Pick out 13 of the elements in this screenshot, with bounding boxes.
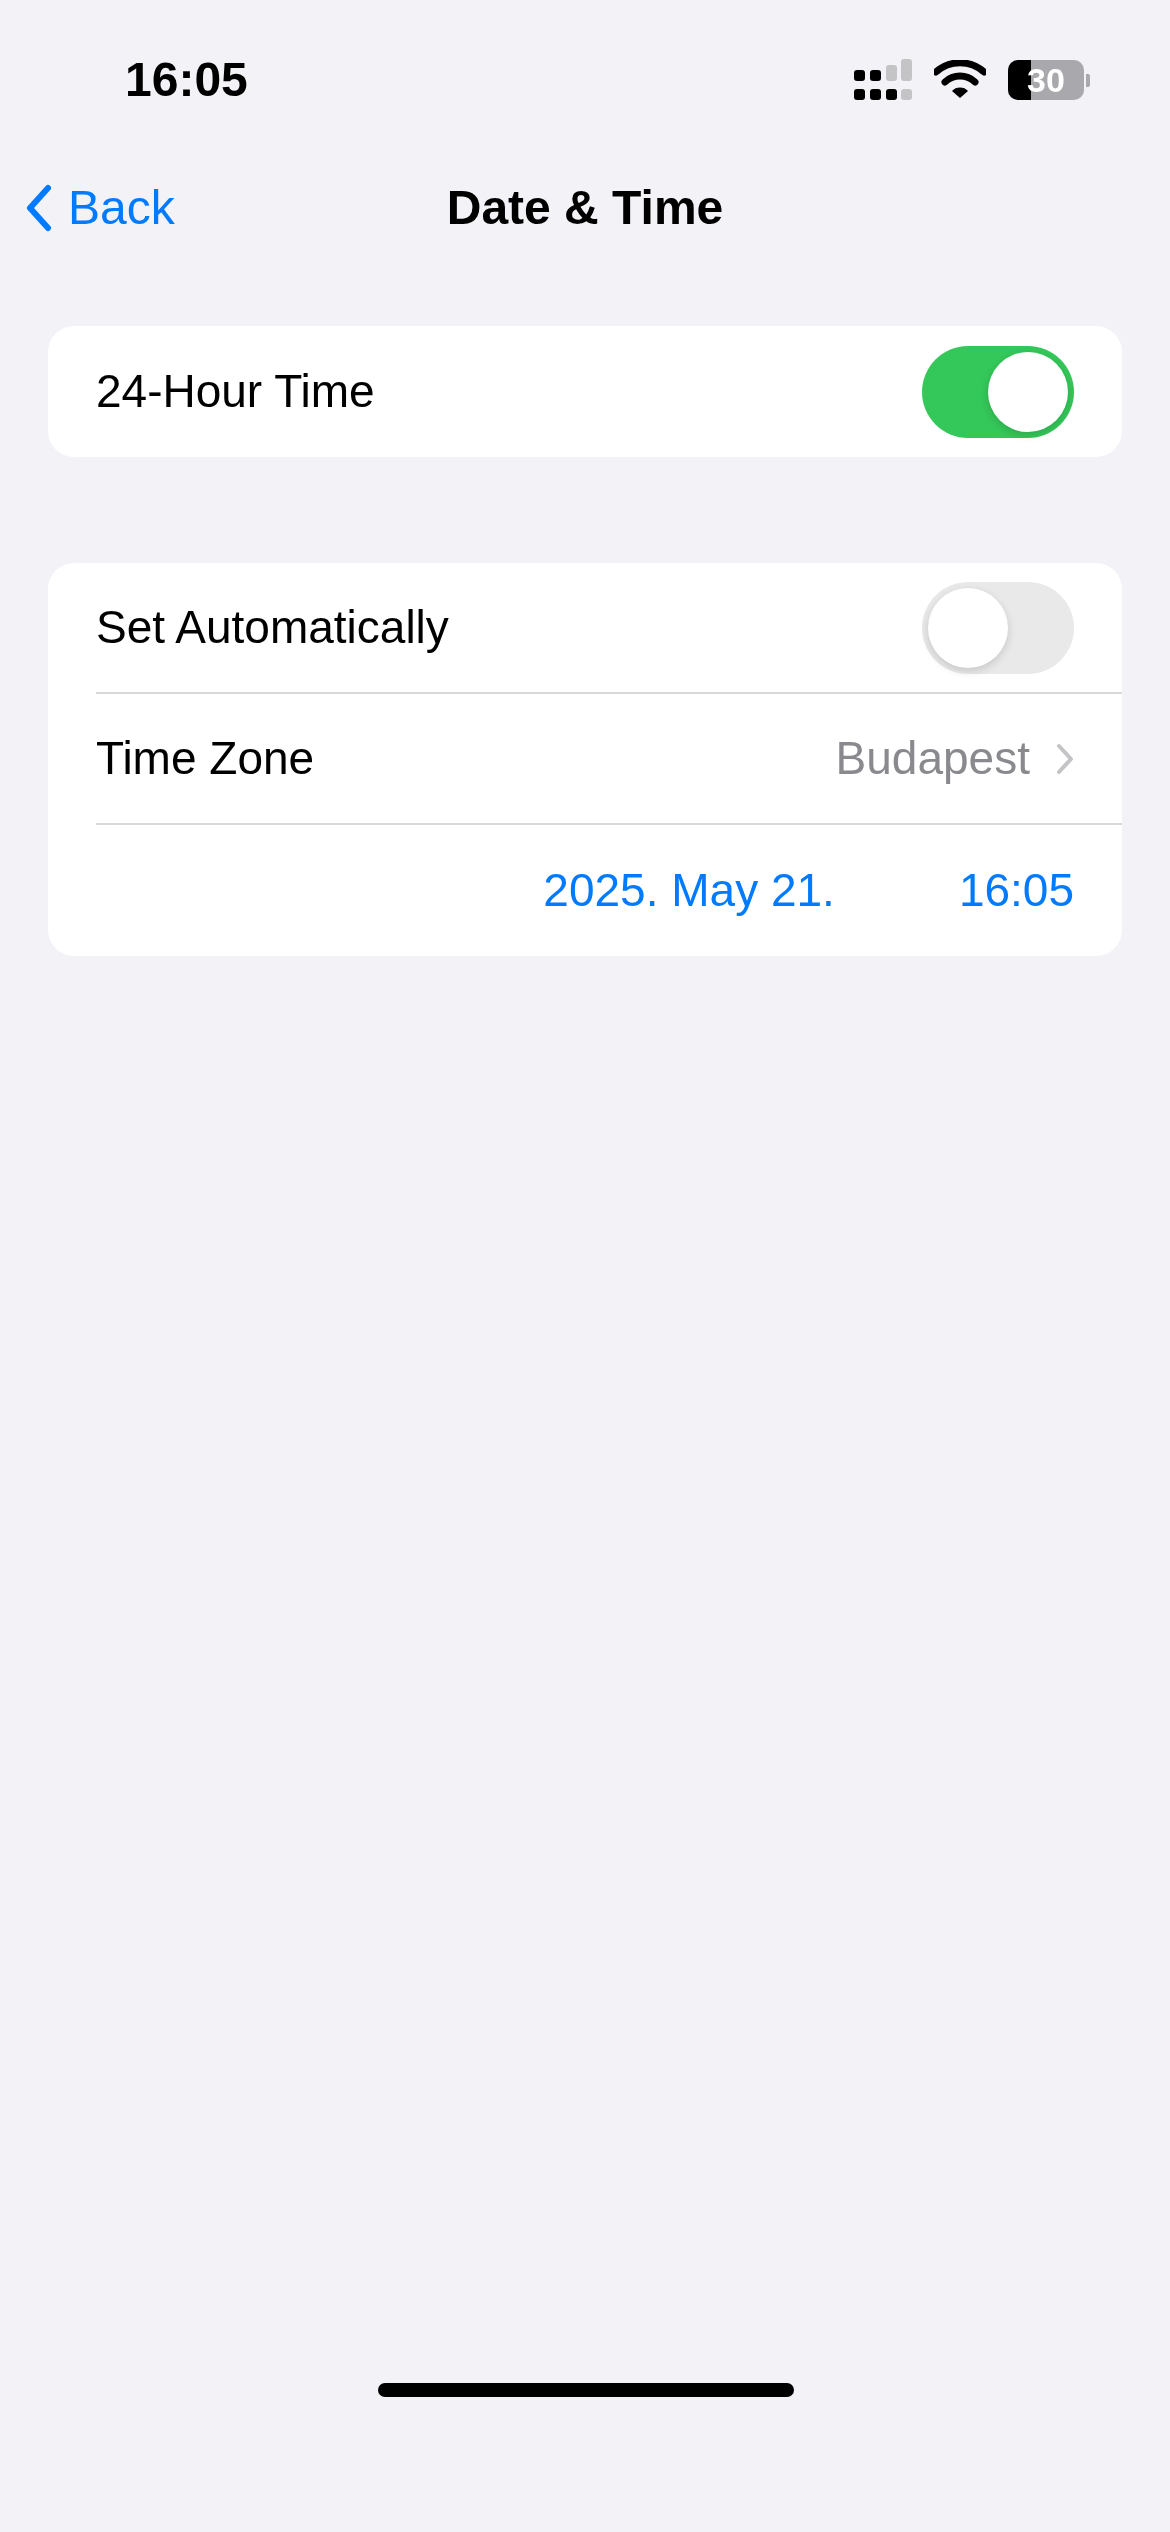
time-value[interactable]: 16:05: [958, 856, 1074, 925]
row-value: Budapest: [835, 731, 1030, 786]
status-time: 16:05: [125, 52, 248, 108]
back-button[interactable]: Back: [24, 171, 175, 244]
back-chevron-icon: [24, 183, 52, 232]
row-label: Time Zone: [96, 731, 315, 786]
chevron-icon: [1056, 742, 1074, 775]
signal-icon: [854, 59, 912, 101]
date-value[interactable]: 2025. May 21.: [543, 856, 835, 925]
row-label: Set Automatically: [96, 600, 449, 655]
screen-title: Date & Time: [446, 179, 724, 236]
row-label: 24-Hour Time: [96, 364, 375, 419]
wifi-icon: [934, 60, 986, 100]
